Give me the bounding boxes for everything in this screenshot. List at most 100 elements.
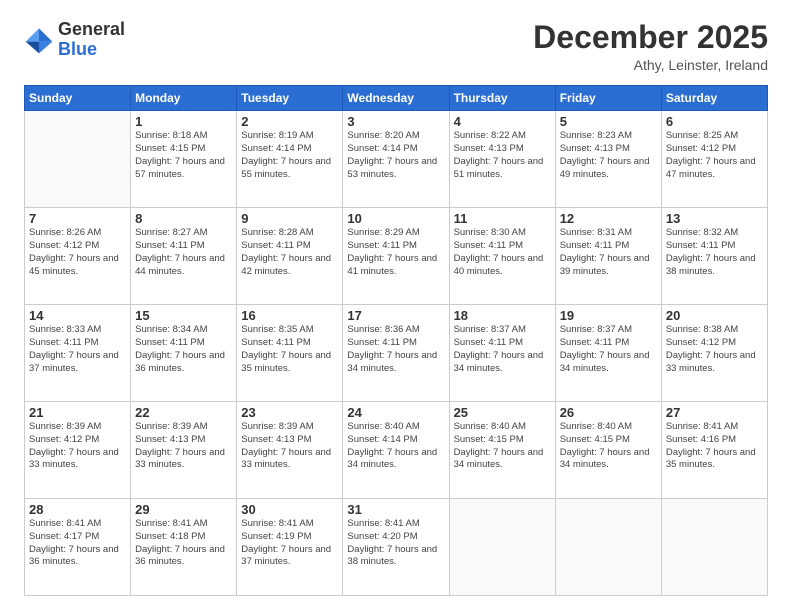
day-detail: Sunrise: 8:22 AMSunset: 4:13 PMDaylight:… bbox=[454, 130, 551, 181]
day-number: 9 bbox=[241, 211, 338, 226]
calendar-cell: 1Sunrise: 8:18 AMSunset: 4:15 PMDaylight… bbox=[131, 111, 237, 208]
day-detail: Sunrise: 8:41 AMSunset: 4:20 PMDaylight:… bbox=[347, 518, 444, 569]
day-detail: Sunrise: 8:39 AMSunset: 4:13 PMDaylight:… bbox=[241, 421, 338, 472]
day-detail: Sunrise: 8:38 AMSunset: 4:12 PMDaylight:… bbox=[666, 324, 763, 375]
day-number: 5 bbox=[560, 114, 657, 129]
day-header-friday: Friday bbox=[555, 86, 661, 111]
day-number: 31 bbox=[347, 502, 444, 517]
calendar-cell: 21Sunrise: 8:39 AMSunset: 4:12 PMDayligh… bbox=[25, 402, 131, 499]
day-number: 29 bbox=[135, 502, 232, 517]
day-number: 19 bbox=[560, 308, 657, 323]
calendar-cell: 26Sunrise: 8:40 AMSunset: 4:15 PMDayligh… bbox=[555, 402, 661, 499]
day-header-thursday: Thursday bbox=[449, 86, 555, 111]
calendar-cell: 29Sunrise: 8:41 AMSunset: 4:18 PMDayligh… bbox=[131, 499, 237, 596]
day-number: 23 bbox=[241, 405, 338, 420]
day-number: 4 bbox=[454, 114, 551, 129]
day-header-monday: Monday bbox=[131, 86, 237, 111]
day-detail: Sunrise: 8:35 AMSunset: 4:11 PMDaylight:… bbox=[241, 324, 338, 375]
calendar-cell: 31Sunrise: 8:41 AMSunset: 4:20 PMDayligh… bbox=[343, 499, 449, 596]
day-number: 20 bbox=[666, 308, 763, 323]
day-number: 6 bbox=[666, 114, 763, 129]
calendar-cell: 22Sunrise: 8:39 AMSunset: 4:13 PMDayligh… bbox=[131, 402, 237, 499]
day-detail: Sunrise: 8:37 AMSunset: 4:11 PMDaylight:… bbox=[560, 324, 657, 375]
calendar-cell: 20Sunrise: 8:38 AMSunset: 4:12 PMDayligh… bbox=[661, 305, 767, 402]
day-number: 24 bbox=[347, 405, 444, 420]
calendar-table: SundayMondayTuesdayWednesdayThursdayFrid… bbox=[24, 85, 768, 596]
calendar-cell: 3Sunrise: 8:20 AMSunset: 4:14 PMDaylight… bbox=[343, 111, 449, 208]
calendar-cell: 16Sunrise: 8:35 AMSunset: 4:11 PMDayligh… bbox=[237, 305, 343, 402]
day-number: 14 bbox=[29, 308, 126, 323]
header: General Blue December 2025 Athy, Leinste… bbox=[24, 20, 768, 73]
day-detail: Sunrise: 8:30 AMSunset: 4:11 PMDaylight:… bbox=[454, 227, 551, 278]
day-number: 8 bbox=[135, 211, 232, 226]
day-number: 27 bbox=[666, 405, 763, 420]
week-row-4: 21Sunrise: 8:39 AMSunset: 4:12 PMDayligh… bbox=[25, 402, 768, 499]
day-detail: Sunrise: 8:18 AMSunset: 4:15 PMDaylight:… bbox=[135, 130, 232, 181]
day-number: 13 bbox=[666, 211, 763, 226]
day-detail: Sunrise: 8:26 AMSunset: 4:12 PMDaylight:… bbox=[29, 227, 126, 278]
location: Athy, Leinster, Ireland bbox=[533, 57, 768, 73]
day-detail: Sunrise: 8:27 AMSunset: 4:11 PMDaylight:… bbox=[135, 227, 232, 278]
calendar-cell: 10Sunrise: 8:29 AMSunset: 4:11 PMDayligh… bbox=[343, 208, 449, 305]
week-row-3: 14Sunrise: 8:33 AMSunset: 4:11 PMDayligh… bbox=[25, 305, 768, 402]
calendar-cell: 17Sunrise: 8:36 AMSunset: 4:11 PMDayligh… bbox=[343, 305, 449, 402]
calendar-cell: 14Sunrise: 8:33 AMSunset: 4:11 PMDayligh… bbox=[25, 305, 131, 402]
day-number: 25 bbox=[454, 405, 551, 420]
calendar-cell bbox=[661, 499, 767, 596]
day-number: 26 bbox=[560, 405, 657, 420]
calendar-cell: 12Sunrise: 8:31 AMSunset: 4:11 PMDayligh… bbox=[555, 208, 661, 305]
day-header-saturday: Saturday bbox=[661, 86, 767, 111]
day-detail: Sunrise: 8:39 AMSunset: 4:12 PMDaylight:… bbox=[29, 421, 126, 472]
day-detail: Sunrise: 8:41 AMSunset: 4:19 PMDaylight:… bbox=[241, 518, 338, 569]
day-detail: Sunrise: 8:32 AMSunset: 4:11 PMDaylight:… bbox=[666, 227, 763, 278]
day-detail: Sunrise: 8:19 AMSunset: 4:14 PMDaylight:… bbox=[241, 130, 338, 181]
day-detail: Sunrise: 8:28 AMSunset: 4:11 PMDaylight:… bbox=[241, 227, 338, 278]
day-number: 11 bbox=[454, 211, 551, 226]
day-number: 3 bbox=[347, 114, 444, 129]
day-detail: Sunrise: 8:40 AMSunset: 4:15 PMDaylight:… bbox=[454, 421, 551, 472]
day-detail: Sunrise: 8:41 AMSunset: 4:18 PMDaylight:… bbox=[135, 518, 232, 569]
calendar-cell: 18Sunrise: 8:37 AMSunset: 4:11 PMDayligh… bbox=[449, 305, 555, 402]
day-detail: Sunrise: 8:20 AMSunset: 4:14 PMDaylight:… bbox=[347, 130, 444, 181]
day-number: 28 bbox=[29, 502, 126, 517]
day-detail: Sunrise: 8:23 AMSunset: 4:13 PMDaylight:… bbox=[560, 130, 657, 181]
header-row: SundayMondayTuesdayWednesdayThursdayFrid… bbox=[25, 86, 768, 111]
day-detail: Sunrise: 8:41 AMSunset: 4:17 PMDaylight:… bbox=[29, 518, 126, 569]
calendar-cell: 28Sunrise: 8:41 AMSunset: 4:17 PMDayligh… bbox=[25, 499, 131, 596]
day-detail: Sunrise: 8:40 AMSunset: 4:15 PMDaylight:… bbox=[560, 421, 657, 472]
day-detail: Sunrise: 8:37 AMSunset: 4:11 PMDaylight:… bbox=[454, 324, 551, 375]
day-detail: Sunrise: 8:41 AMSunset: 4:16 PMDaylight:… bbox=[666, 421, 763, 472]
day-number: 18 bbox=[454, 308, 551, 323]
day-detail: Sunrise: 8:34 AMSunset: 4:11 PMDaylight:… bbox=[135, 324, 232, 375]
calendar-cell: 7Sunrise: 8:26 AMSunset: 4:12 PMDaylight… bbox=[25, 208, 131, 305]
day-number: 12 bbox=[560, 211, 657, 226]
day-header-wednesday: Wednesday bbox=[343, 86, 449, 111]
day-detail: Sunrise: 8:29 AMSunset: 4:11 PMDaylight:… bbox=[347, 227, 444, 278]
calendar-cell: 23Sunrise: 8:39 AMSunset: 4:13 PMDayligh… bbox=[237, 402, 343, 499]
week-row-5: 28Sunrise: 8:41 AMSunset: 4:17 PMDayligh… bbox=[25, 499, 768, 596]
day-detail: Sunrise: 8:33 AMSunset: 4:11 PMDaylight:… bbox=[29, 324, 126, 375]
logo-text: General Blue bbox=[58, 20, 125, 60]
page: General Blue December 2025 Athy, Leinste… bbox=[0, 0, 792, 612]
day-detail: Sunrise: 8:31 AMSunset: 4:11 PMDaylight:… bbox=[560, 227, 657, 278]
day-number: 30 bbox=[241, 502, 338, 517]
calendar-cell: 8Sunrise: 8:27 AMSunset: 4:11 PMDaylight… bbox=[131, 208, 237, 305]
day-number: 1 bbox=[135, 114, 232, 129]
day-number: 16 bbox=[241, 308, 338, 323]
calendar-cell: 4Sunrise: 8:22 AMSunset: 4:13 PMDaylight… bbox=[449, 111, 555, 208]
day-number: 22 bbox=[135, 405, 232, 420]
calendar-cell bbox=[25, 111, 131, 208]
calendar-cell: 25Sunrise: 8:40 AMSunset: 4:15 PMDayligh… bbox=[449, 402, 555, 499]
calendar-cell: 9Sunrise: 8:28 AMSunset: 4:11 PMDaylight… bbox=[237, 208, 343, 305]
calendar-cell: 6Sunrise: 8:25 AMSunset: 4:12 PMDaylight… bbox=[661, 111, 767, 208]
calendar-cell: 30Sunrise: 8:41 AMSunset: 4:19 PMDayligh… bbox=[237, 499, 343, 596]
calendar-cell: 11Sunrise: 8:30 AMSunset: 4:11 PMDayligh… bbox=[449, 208, 555, 305]
day-number: 7 bbox=[29, 211, 126, 226]
day-number: 17 bbox=[347, 308, 444, 323]
week-row-1: 1Sunrise: 8:18 AMSunset: 4:15 PMDaylight… bbox=[25, 111, 768, 208]
day-detail: Sunrise: 8:39 AMSunset: 4:13 PMDaylight:… bbox=[135, 421, 232, 472]
calendar-cell: 13Sunrise: 8:32 AMSunset: 4:11 PMDayligh… bbox=[661, 208, 767, 305]
logo: General Blue bbox=[24, 20, 125, 60]
day-header-tuesday: Tuesday bbox=[237, 86, 343, 111]
day-header-sunday: Sunday bbox=[25, 86, 131, 111]
